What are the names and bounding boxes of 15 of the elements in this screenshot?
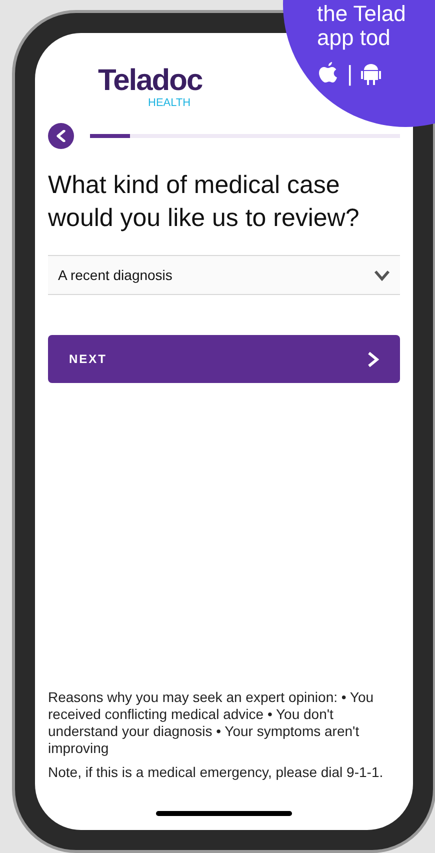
info-paragraph: Note, if this is a medical emergency, please dial 9-1-1. bbox=[48, 764, 384, 781]
chevron-right-icon bbox=[367, 350, 379, 368]
question-heading: What kind of medical case would you like us to review? bbox=[48, 170, 360, 234]
promo-text: app tod bbox=[317, 26, 392, 50]
separator-text: | bbox=[347, 62, 353, 86]
info-paragraph: Reasons why you may seek an expert opinion: • You received conflicting medical advice • You don't understand your diagnosis • Your symptoms aren't improving bbox=[48, 689, 375, 757]
promo-text: the Telad bbox=[317, 2, 406, 26]
back-button[interactable] bbox=[48, 123, 74, 149]
logo-subtitle: HEALTH bbox=[148, 97, 191, 109]
logo-wordmark: Teladoc bbox=[98, 65, 202, 97]
next-button[interactable]: NEXT bbox=[48, 335, 400, 383]
case-type-dropdown[interactable]: A recent diagnosis bbox=[48, 255, 400, 295]
android-icon bbox=[360, 62, 381, 86]
chevron-left-icon bbox=[56, 130, 66, 142]
chevron-down-icon bbox=[374, 270, 390, 280]
